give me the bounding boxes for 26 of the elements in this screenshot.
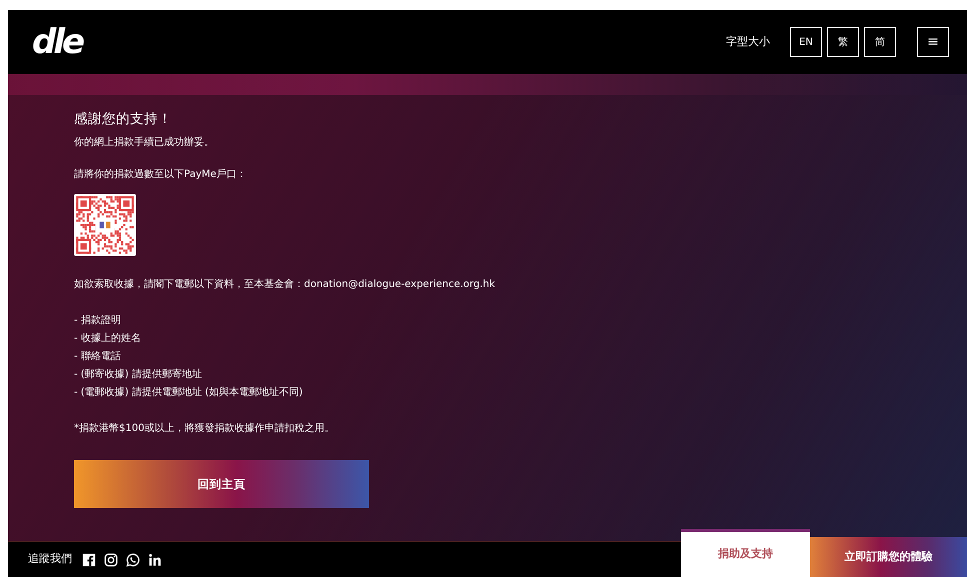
tax-note: *捐款港幣$100或以上，將獲發捐款收據作申請扣稅之用。 [74, 422, 336, 436]
requirement-item: - 捐款證明 [74, 314, 122, 328]
qr-code [74, 194, 136, 256]
language-button[interactable]: EN [790, 27, 822, 57]
confirmation-text: 你的網上捐款手續已成功辦妥。 [74, 136, 215, 150]
requirement-item: - 聯絡電話 [74, 350, 122, 364]
whatsapp-icon[interactable] [126, 552, 140, 566]
requirement-item: - (郵寄收據) 請提供郵寄地址 [74, 368, 203, 382]
linkedin-icon[interactable] [148, 552, 162, 566]
donate-button[interactable]: 捐助及支持 [681, 529, 810, 577]
language-button[interactable]: 简 [864, 27, 896, 57]
email-link[interactable]: donation@dialogue-experience.org.hk [304, 279, 495, 290]
requirement-item: - 收據上的姓名 [74, 332, 142, 346]
receipt-instruction-text: 如欲索取收據，請閣下電郵以下資料，至本基金會：donation@dialogue-experience.org.hk [74, 278, 496, 292]
font-size-label: 字型大小 [726, 34, 770, 50]
instruction-text: 請將你的捐款過數至以下PayMe戶口： [74, 168, 248, 182]
book-experience-button[interactable]: 立即訂購您的體驗 [810, 537, 967, 577]
logo[interactable]: dle [32, 22, 82, 62]
follow-label: 追蹤我們 [28, 551, 72, 568]
heading: 感謝您的支持！ [74, 110, 173, 129]
requirement-item: - (電郵收據) 請提供電郵地址 (如與本電郵地址不同) [74, 386, 304, 400]
menu-button[interactable]: ≡ [917, 27, 949, 57]
language-button[interactable]: 繁 [827, 27, 859, 57]
instagram-icon[interactable] [104, 552, 118, 566]
home-button[interactable]: 回到主頁 [74, 460, 369, 508]
facebook-icon[interactable] [82, 552, 96, 566]
